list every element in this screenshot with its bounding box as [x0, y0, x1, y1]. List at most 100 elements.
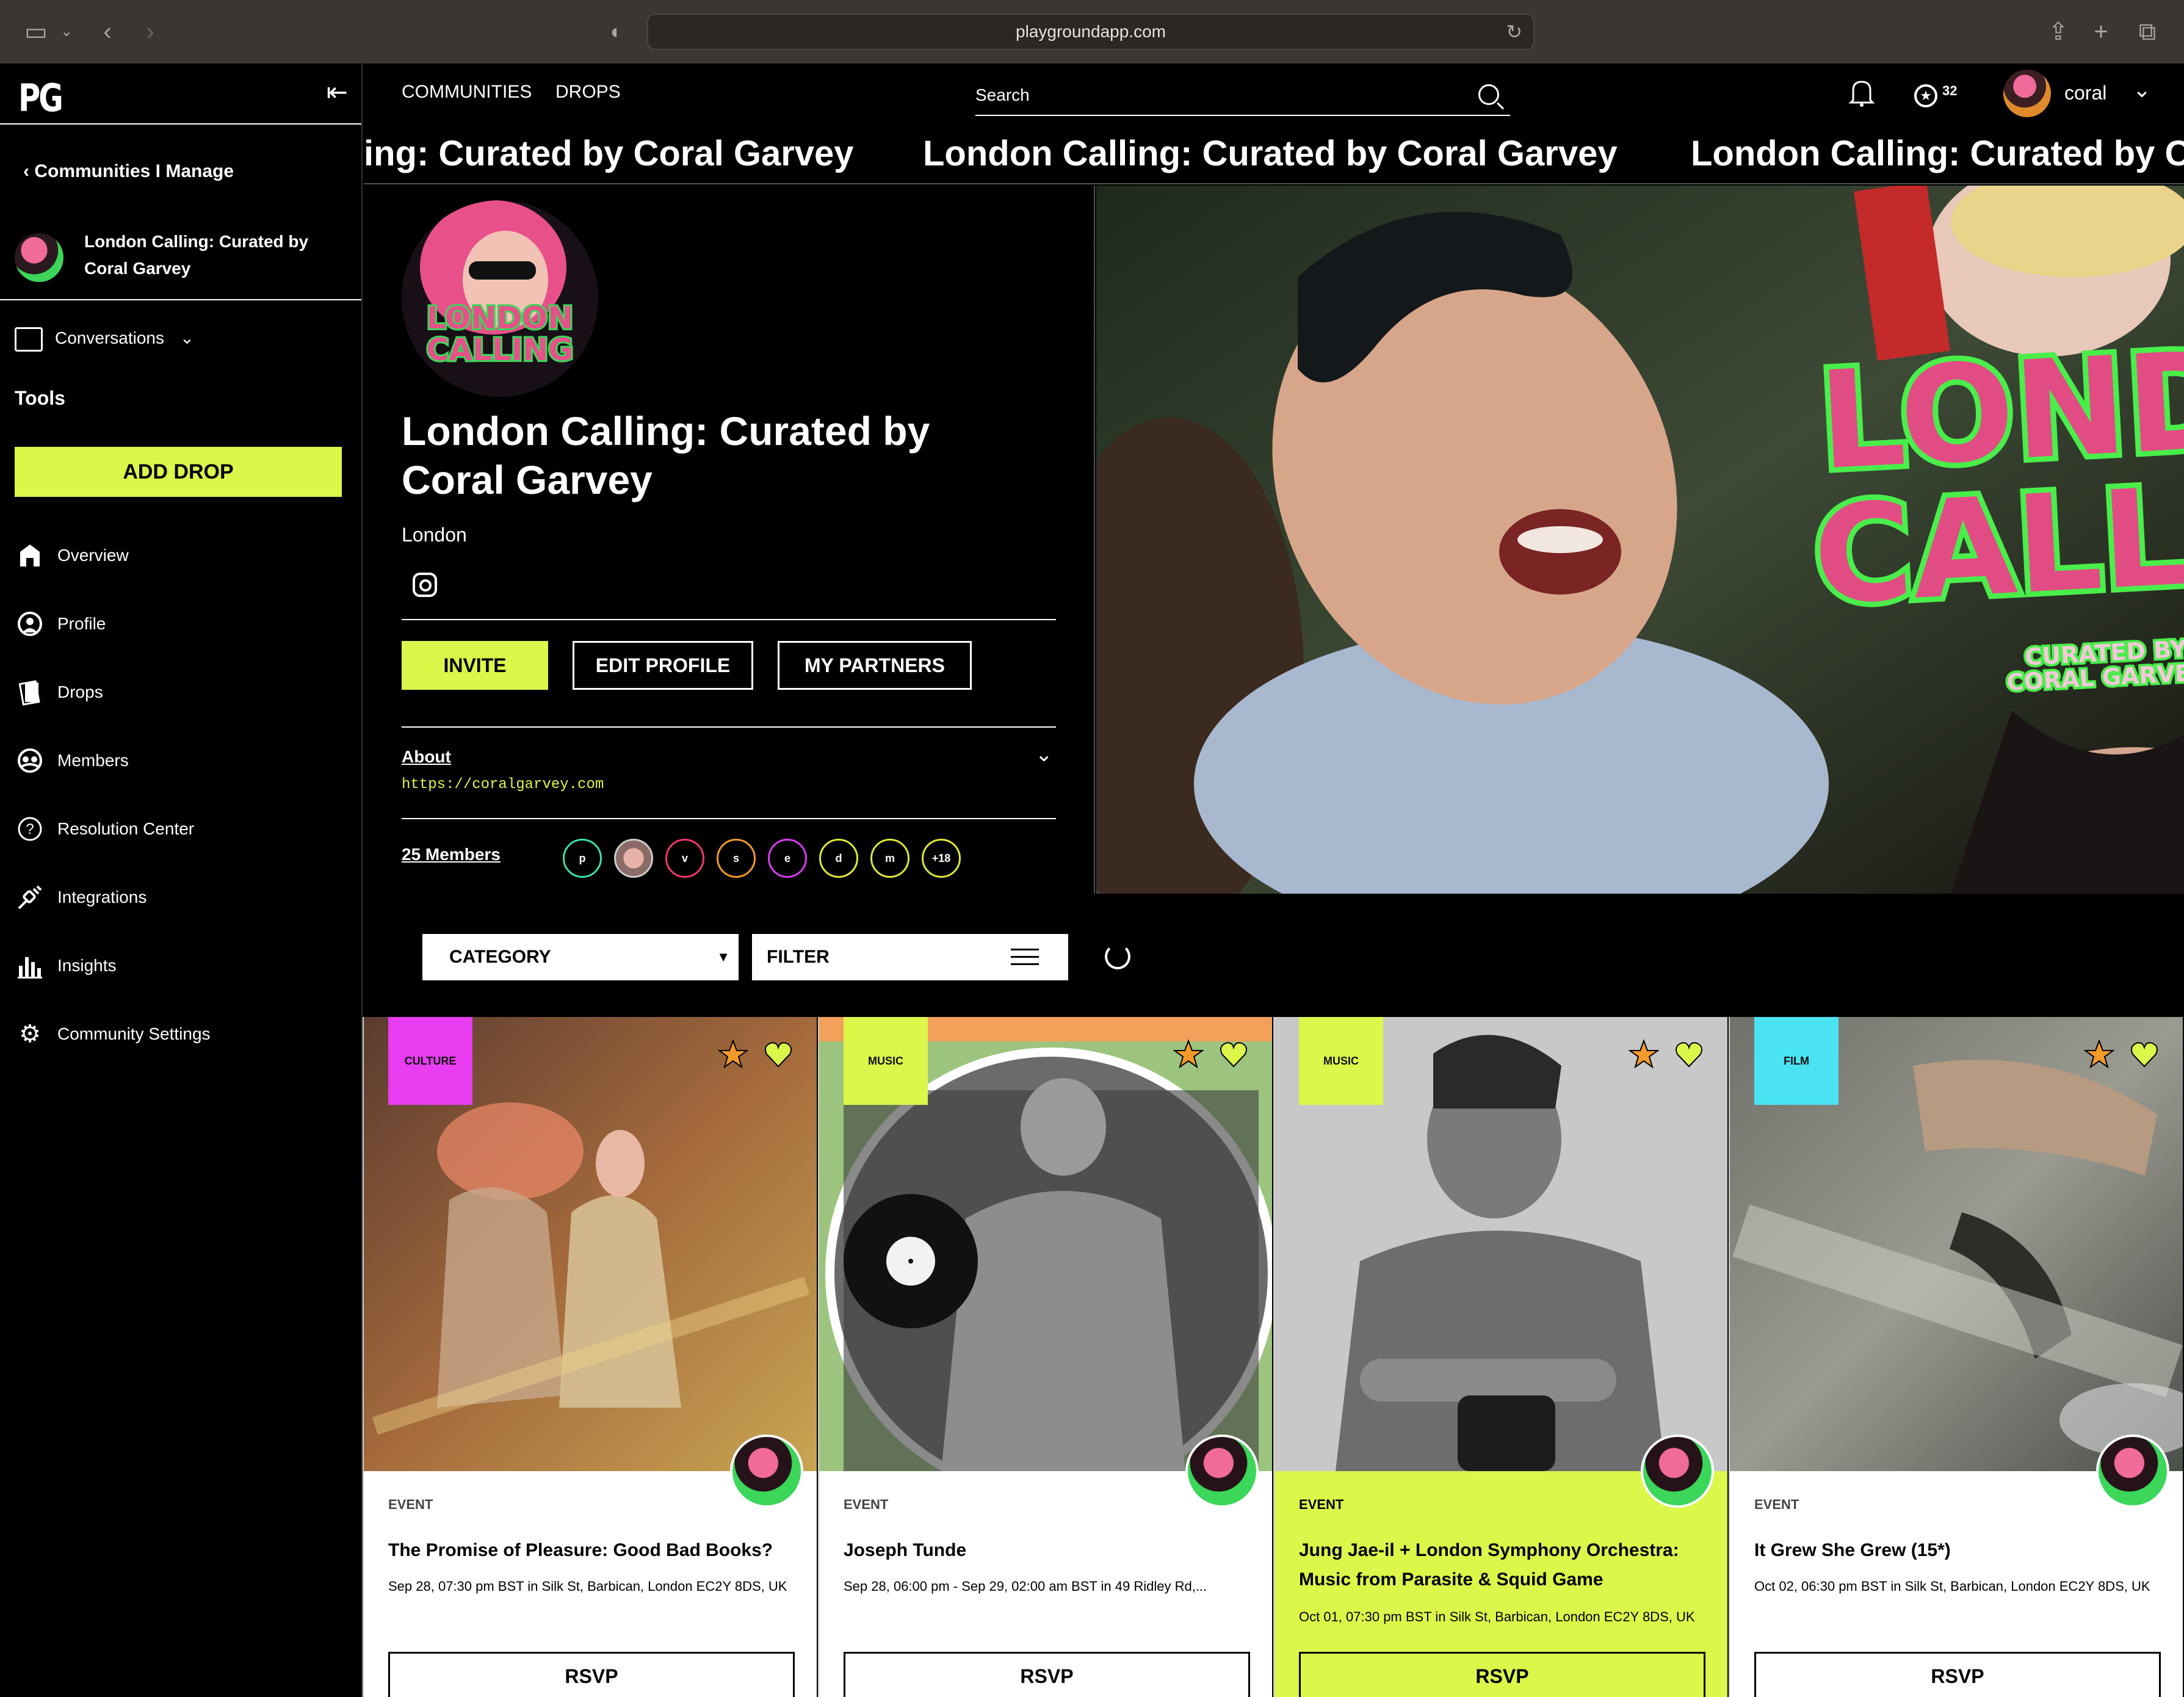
drop-title[interactable]: The Promise of Pleasure: Good Bad Books? [388, 1536, 779, 1565]
drop-title[interactable]: Jung Jae-il + London Symphony Orchestra:… [1299, 1536, 1690, 1594]
sidebar-item-community-settings[interactable]: ⚙ Community Settings [15, 1000, 356, 1068]
caret-down-icon: ▼ [717, 949, 730, 964]
tabs-overview-icon[interactable]: ⧉ [2134, 17, 2161, 46]
member-avatar[interactable]: s [717, 839, 756, 878]
sidebar-item-overview[interactable]: Overview [15, 521, 356, 590]
chevron-down-icon[interactable]: ⌄ [1035, 742, 1053, 767]
drop-title[interactable]: It Grew She Grew (15*) [1754, 1536, 2145, 1565]
heart-icon[interactable] [1218, 1039, 1249, 1069]
filter-label: FILTER [767, 947, 830, 967]
filter-button[interactable]: FILTER [752, 934, 1068, 980]
heart-icon[interactable] [2129, 1039, 2160, 1069]
host-avatar[interactable] [1185, 1435, 1259, 1508]
nav-communities-link[interactable]: COMMUNITIES [402, 82, 532, 103]
back-to-communities-link[interactable]: ‹ Communities I Manage [23, 161, 234, 182]
conversations-dropdown[interactable]: Conversations ⌄ [15, 320, 194, 356]
shield-icon[interactable]: ◐ [604, 17, 629, 46]
member-avatar[interactable]: v [665, 839, 704, 878]
gear-icon: ⚙ [19, 1021, 41, 1048]
location: London [402, 524, 467, 546]
add-drop-button[interactable]: ADD DROP [15, 447, 342, 497]
search-icon[interactable] [1478, 84, 1499, 105]
heart-icon[interactable] [1674, 1039, 1704, 1069]
sidebar-item-drops[interactable]: Drops [15, 658, 356, 726]
member-avatar[interactable]: p [563, 839, 602, 878]
drops-icon [15, 677, 45, 707]
sidebar-item-integrations[interactable]: Integrations [15, 863, 356, 932]
member-avatar[interactable]: d [819, 839, 858, 878]
nav-drops-link[interactable]: DROPS [555, 82, 621, 103]
category-select[interactable]: CATEGORY ▼ [422, 934, 739, 980]
more-members-badge[interactable]: +18 [922, 839, 961, 878]
page-title: London Calling: Curated by Coral Garvey [402, 408, 930, 502]
chevron-left-icon: ‹ [23, 161, 35, 181]
drop-title[interactable]: Joseph Tunde [844, 1536, 1234, 1565]
drop-image: MUSIC [1275, 1017, 1727, 1471]
sidebar-item-resolution-center[interactable]: ? Resolution Center [15, 795, 356, 863]
my-partners-button[interactable]: MY PARTNERS [778, 641, 972, 690]
title-marquee: ing: Curated by Coral Garvey London Call… [364, 125, 2184, 184]
back-arrow-icon[interactable]: ‹ [95, 17, 120, 46]
divider [402, 726, 1056, 728]
new-tab-icon[interactable]: + [2088, 17, 2114, 46]
member-avatar[interactable]: e [768, 839, 807, 878]
host-avatar[interactable] [2096, 1435, 2169, 1508]
star-icon[interactable] [1173, 1039, 1204, 1069]
drop-card[interactable]: MUSIC EVENT Joseph Tunde Sep 28, 06:00 p… [818, 1017, 1272, 1697]
collapse-sidebar-icon[interactable]: ⇤ [327, 77, 348, 107]
drop-card[interactable]: FILM EVENT It Grew She Grew (15*) Oct 02… [1729, 1017, 2183, 1697]
sidebar-item-profile[interactable]: Profile [15, 590, 356, 658]
sidebar-nav: Overview Profile Drops Members ? Resolut… [15, 521, 356, 1068]
rsvp-button[interactable]: RSVP [1754, 1652, 2161, 1697]
drop-card[interactable]: CULTURE EVENT The Promise of Pleasure: G… [363, 1017, 817, 1697]
host-avatar[interactable] [730, 1435, 803, 1508]
sidebar-item-insights[interactable]: Insights [15, 932, 356, 1000]
marquee-text: ing: Curated by Coral Garvey [364, 134, 854, 173]
avatar-text: CALLING [427, 332, 574, 367]
bell-icon[interactable] [1848, 78, 1875, 114]
conversations-label: Conversations [55, 328, 164, 347]
rsvp-button[interactable]: RSVP [388, 1652, 795, 1697]
star-icon[interactable] [1629, 1039, 1659, 1069]
member-avatar[interactable]: m [870, 839, 909, 878]
question-icon: ? [15, 814, 45, 844]
member-avatar[interactable] [614, 839, 653, 878]
members-icon [15, 745, 45, 776]
drop-type: EVENT [388, 1497, 433, 1512]
community-switcher[interactable]: London Calling: Curated by Coral Garvey [15, 226, 356, 293]
drop-meta: Oct 02, 06:30 pm BST in Silk St, Barbica… [1754, 1579, 2150, 1594]
members-link[interactable]: 25 Members [402, 845, 501, 864]
sidebar-item-members[interactable]: Members [15, 726, 356, 795]
invite-button[interactable]: INVITE [402, 641, 548, 690]
logo[interactable]: PG [18, 76, 63, 120]
edit-profile-button[interactable]: EDIT PROFILE [573, 641, 753, 690]
about-url-link[interactable]: https://coralgarvey.com [402, 776, 604, 793]
sidebar-item-label: Community Settings [57, 1024, 211, 1043]
profile-icon [15, 609, 45, 639]
star-points-icon[interactable]: ★ [1914, 84, 1937, 107]
rsvp-button[interactable]: RSVP [844, 1652, 1250, 1697]
user-avatar[interactable] [2003, 70, 2051, 117]
username[interactable]: coral [2064, 82, 2106, 104]
url-bar[interactable]: playgroundapp.com ↻ [647, 13, 1535, 50]
heart-icon[interactable] [763, 1039, 794, 1069]
refresh-icon[interactable] [1105, 944, 1130, 969]
rsvp-button[interactable]: RSVP [1299, 1652, 1705, 1697]
top-nav: COMMUNITIES DROPS ★ 32 coral ⌄ [364, 63, 2184, 125]
star-icon[interactable] [718, 1039, 748, 1069]
sidebar-toggle-icon[interactable]: ▭ [21, 17, 51, 46]
instagram-icon[interactable] [413, 573, 437, 597]
host-avatar[interactable] [1641, 1435, 1714, 1508]
sidebar-item-label: Resolution Center [57, 819, 195, 838]
chevron-down-icon[interactable]: ⌄ [2133, 77, 2151, 103]
share-icon[interactable]: ⇪ [2045, 17, 2072, 46]
star-icon[interactable] [2084, 1039, 2114, 1069]
chart-icon [15, 950, 45, 981]
chevron-down-icon[interactable]: ⌄ [57, 17, 76, 46]
about-toggle[interactable]: About [402, 747, 451, 767]
search-input[interactable] [975, 77, 1464, 114]
forward-arrow-icon[interactable]: › [138, 17, 162, 46]
drop-card[interactable]: MUSIC EVENT Jung Jae-il + London Symphon… [1273, 1017, 1727, 1697]
reload-icon[interactable]: ↻ [1506, 15, 1522, 49]
sidebar: PG ⇤ ‹ Communities I Manage London Calli… [0, 63, 363, 1697]
